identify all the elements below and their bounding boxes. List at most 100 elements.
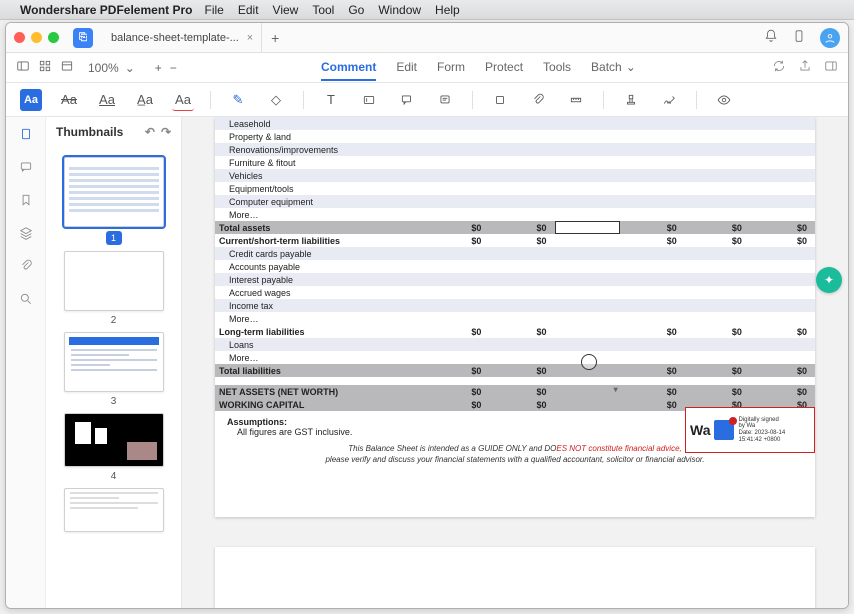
batch-dropdown-icon[interactable]: ⌄	[626, 55, 636, 81]
tab-comment[interactable]: Comment	[321, 55, 376, 81]
page-thumbnail-4[interactable]	[64, 413, 164, 467]
strikethrough-tool-icon[interactable]: Aa	[58, 89, 80, 111]
menu-help[interactable]: Help	[435, 3, 460, 17]
zoom-out-icon[interactable]: −	[170, 61, 177, 75]
new-tab-button[interactable]: +	[262, 30, 288, 46]
cell-value	[685, 260, 750, 273]
sidebar-right-icon[interactable]	[824, 59, 838, 76]
cell-value	[685, 247, 750, 260]
underline-tool-icon[interactable]: Aa	[96, 89, 118, 111]
bell-icon[interactable]	[764, 29, 778, 46]
close-window-icon[interactable]	[14, 32, 25, 43]
table-row: Loans	[215, 338, 815, 351]
table-row: Income tax	[215, 299, 815, 312]
zoom-level[interactable]: 100%	[88, 61, 119, 75]
cell-value	[620, 312, 685, 325]
cell-value	[555, 398, 620, 411]
menu-tool[interactable]: Tool	[312, 3, 334, 17]
cell-value	[424, 182, 489, 195]
rail-layers-icon[interactable]	[19, 226, 33, 243]
cell-value: $0	[750, 234, 815, 247]
share-icon[interactable]	[798, 59, 812, 76]
page-thumbnail-5[interactable]	[64, 488, 164, 532]
left-rail	[6, 117, 46, 608]
digital-signature-stamp[interactable]: Wa Digitally signedby WaDate: 2023-08-14…	[685, 407, 815, 453]
close-tab-icon[interactable]: ×	[247, 32, 253, 44]
cell-value: $0	[424, 234, 489, 247]
reading-view-icon[interactable]	[60, 59, 74, 76]
menu-file[interactable]: File	[205, 3, 224, 17]
rail-thumbnails-icon[interactable]	[19, 127, 33, 144]
cell-value: $0	[685, 234, 750, 247]
tab-batch[interactable]: Batch	[591, 55, 622, 81]
thumbnails-view-icon[interactable]	[38, 59, 52, 76]
menu-edit[interactable]: Edit	[238, 3, 259, 17]
document-tab[interactable]: balance-sheet-template-... ×	[103, 23, 262, 53]
sync-icon[interactable]	[772, 59, 786, 76]
cell-value: $0	[489, 234, 554, 247]
cell-value: $0	[424, 364, 489, 377]
panel-toggle-icon[interactable]	[16, 59, 30, 76]
table-row: More…	[215, 208, 815, 221]
cell-value	[620, 156, 685, 169]
tab-tools[interactable]: Tools	[543, 55, 571, 81]
table-row: Accounts payable	[215, 260, 815, 273]
shape-tool-icon[interactable]	[489, 89, 511, 111]
rail-bookmarks-icon[interactable]	[19, 193, 33, 210]
pencil-tool-icon[interactable]: ✎	[227, 89, 249, 111]
device-icon[interactable]	[792, 29, 806, 46]
tab-protect[interactable]: Protect	[485, 55, 523, 81]
attachment-tool-icon[interactable]	[527, 89, 549, 111]
tab-edit[interactable]: Edit	[396, 55, 417, 81]
hide-annotations-icon[interactable]	[713, 89, 735, 111]
cell-value: $0	[489, 325, 554, 338]
cell-value	[750, 156, 815, 169]
signature-tool-icon[interactable]	[658, 89, 680, 111]
caret-tool-icon[interactable]: A̲a	[134, 89, 156, 111]
cell-value	[685, 169, 750, 182]
text-tool-icon[interactable]: T	[320, 89, 342, 111]
cell-value	[424, 195, 489, 208]
table-row: Leasehold	[215, 117, 815, 130]
ai-fab-icon[interactable]: ✦	[816, 267, 842, 293]
textbox-tool-icon[interactable]	[358, 89, 380, 111]
signature-details: Digitally signedby WaDate: 2023-08-1415:…	[738, 417, 785, 443]
callout-tool-icon[interactable]	[396, 89, 418, 111]
menu-go[interactable]: Go	[348, 3, 364, 17]
zoom-in-icon[interactable]: +	[155, 61, 162, 75]
mac-menubar: Wondershare PDFelement Pro File Edit Vie…	[0, 0, 854, 20]
rail-comments-icon[interactable]	[19, 160, 33, 177]
cell-value	[555, 130, 620, 143]
zoom-dropdown-icon[interactable]: ⌄	[125, 61, 135, 75]
cell-value: $0	[424, 221, 489, 234]
page-thumbnail-2[interactable]	[64, 251, 164, 311]
zoom-window-icon[interactable]	[48, 32, 59, 43]
measure-tool-icon[interactable]	[565, 89, 587, 111]
cell-value	[685, 195, 750, 208]
menu-view[interactable]: View	[273, 3, 299, 17]
table-row: Long-term liabilities$0$0$0$0$0	[215, 325, 815, 338]
table-row: NET ASSETS (NET WORTH)$0$0$0$0$0	[215, 385, 815, 398]
note-tool-icon[interactable]	[434, 89, 456, 111]
rail-search-icon[interactable]	[19, 292, 33, 309]
minimize-window-icon[interactable]	[31, 32, 42, 43]
highlight-tool-icon[interactable]: Aa	[20, 89, 42, 111]
cell-value: $0	[489, 221, 554, 234]
cell-value: $0	[424, 325, 489, 338]
page-thumbnail-1[interactable]	[64, 157, 164, 227]
stamp-tool-icon[interactable]	[620, 89, 642, 111]
squiggly-tool-icon[interactable]: Aa	[172, 89, 194, 111]
app-name[interactable]: Wondershare PDFelement Pro	[20, 3, 193, 17]
rotate-right-icon[interactable]: ↷	[161, 125, 171, 139]
menu-window[interactable]: Window	[378, 3, 421, 17]
eraser-tool-icon[interactable]: ◇	[265, 89, 287, 111]
row-label: Credit cards payable	[215, 247, 424, 260]
rotate-left-icon[interactable]: ↶	[145, 125, 155, 139]
document-viewport[interactable]: ✦ LeaseholdProperty & landRenovations/im…	[182, 117, 848, 608]
tab-form[interactable]: Form	[437, 55, 465, 81]
cell-value	[620, 182, 685, 195]
rail-attachments-icon[interactable]	[19, 259, 33, 276]
tab-title: balance-sheet-template-...	[111, 32, 239, 44]
user-avatar-icon[interactable]	[820, 28, 840, 48]
page-thumbnail-3[interactable]	[64, 332, 164, 392]
